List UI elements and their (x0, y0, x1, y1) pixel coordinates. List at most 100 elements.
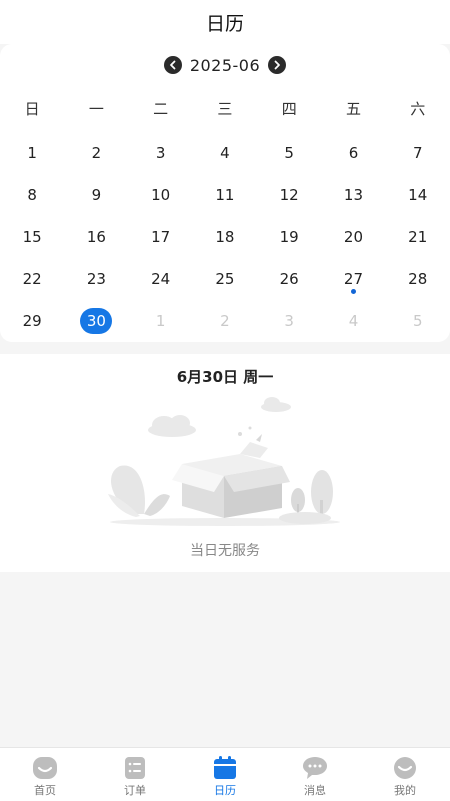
tab-orders[interactable]: 订单 (90, 748, 180, 801)
tab-label: 日历 (214, 784, 236, 797)
weekday-label: 五 (345, 100, 361, 118)
calendar-day[interactable]: 4 (321, 300, 385, 342)
month-navigator: 2025-06 (0, 54, 450, 76)
calendar-day[interactable]: 26 (257, 258, 321, 300)
calendar-day[interactable]: 8 (0, 174, 64, 216)
weekday-label: 二 (153, 100, 169, 118)
calendar-day[interactable]: 24 (129, 258, 193, 300)
calendar-week-row: 8 9 10 11 12 13 14 (0, 174, 450, 216)
calendar-day[interactable]: 29 (0, 300, 64, 342)
calendar-day[interactable]: 19 (257, 216, 321, 258)
tab-label: 我的 (394, 784, 416, 797)
calendar-day[interactable]: 6 (321, 132, 385, 174)
day-number: 17 (151, 228, 171, 246)
day-number: 9 (91, 186, 102, 204)
calendar-day[interactable]: 27 (321, 258, 385, 300)
tab-messages[interactable]: 消息 (270, 748, 360, 801)
day-number: 12 (279, 186, 299, 204)
calendar-week-row: 15 16 17 18 19 20 21 (0, 216, 450, 258)
day-number: 30 (80, 308, 113, 334)
day-number: 25 (215, 270, 235, 288)
weekday-label: 一 (88, 100, 104, 118)
order-list-icon (125, 757, 145, 779)
day-number: 28 (408, 270, 428, 288)
calendar-day[interactable]: 9 (64, 174, 128, 216)
calendar-day[interactable]: 25 (193, 258, 257, 300)
day-number: 20 (343, 228, 363, 246)
tab-label: 消息 (304, 784, 326, 797)
day-number: 19 (279, 228, 299, 246)
day-number: 7 (412, 144, 423, 162)
day-number: 14 (408, 186, 428, 204)
day-detail-panel: 6月30日 周一 当日无服务 (0, 354, 450, 572)
calendar-day[interactable]: 22 (0, 258, 64, 300)
calendar-day[interactable]: 14 (386, 174, 450, 216)
day-number: 2 (220, 312, 230, 330)
bottom-tab-bar: 首页 订单 日历 消息 我的 (0, 747, 450, 801)
tab-home[interactable]: 首页 (0, 748, 90, 801)
page-header: 日历 (0, 0, 450, 44)
calendar-icon (214, 756, 236, 779)
calendar-day[interactable]: 11 (193, 174, 257, 216)
day-number: 24 (151, 270, 171, 288)
weekday-label: 六 (410, 100, 426, 118)
day-number: 3 (155, 144, 166, 162)
calendar-week-row: 29 30 1 2 3 4 5 (0, 300, 450, 342)
prev-month-button[interactable] (163, 56, 182, 74)
chevron-left-icon (169, 60, 176, 70)
calendar-day[interactable]: 1 (0, 132, 64, 174)
calendar-day[interactable]: 17 (129, 216, 193, 258)
empty-box-illustration (108, 397, 340, 526)
calendar-day[interactable]: 15 (0, 216, 64, 258)
calendar-day[interactable]: 10 (129, 174, 193, 216)
day-number: 4 (348, 312, 359, 330)
weekday-label: 日 (24, 100, 40, 118)
day-number: 6 (348, 144, 359, 162)
calendar-day[interactable]: 4 (193, 132, 257, 174)
page-title: 日历 (205, 12, 244, 35)
calendar-week-row: 22 23 24 25 26 27 28 (0, 258, 450, 300)
tab-label: 订单 (124, 784, 146, 797)
day-number: 16 (86, 228, 106, 246)
calendar-day[interactable]: 2 (64, 132, 128, 174)
calendar-day[interactable]: 13 (321, 174, 385, 216)
calendar-day[interactable]: 12 (257, 174, 321, 216)
weekday-label: 三 (217, 100, 233, 118)
calendar-day[interactable]: 1 (129, 300, 193, 342)
calendar-day[interactable]: 18 (193, 216, 257, 258)
calendar-day[interactable]: 3 (257, 300, 321, 342)
calendar-day-selected[interactable]: 30 (64, 300, 128, 342)
day-number: 23 (86, 270, 106, 288)
calendar-day[interactable]: 20 (321, 216, 385, 258)
tab-calendar[interactable]: 日历 (180, 748, 270, 801)
day-number: 10 (151, 186, 171, 204)
next-month-button[interactable] (268, 56, 287, 74)
day-number: 27 (343, 270, 363, 288)
calendar-day[interactable]: 21 (386, 216, 450, 258)
day-number: 2 (91, 144, 102, 162)
day-number: 22 (22, 270, 42, 288)
day-number: 26 (279, 270, 299, 288)
selected-date-label: 6月30日 周一 (176, 368, 274, 386)
day-number: 13 (343, 186, 363, 204)
calendar-day[interactable]: 2 (193, 300, 257, 342)
day-number: 1 (155, 312, 166, 330)
calendar-day[interactable]: 3 (129, 132, 193, 174)
current-month-label: 2025-06 (189, 55, 261, 75)
calendar-day[interactable]: 5 (257, 132, 321, 174)
calendar-day[interactable]: 7 (386, 132, 450, 174)
day-number: 5 (284, 144, 294, 162)
calendar-card: 2025-06 日 一 二 三 四 五 六 1 2 3 4 5 6 7 8 9 10 11 12 13 1… (0, 44, 450, 342)
calendar-day[interactable]: 5 (386, 300, 450, 342)
calendar-day[interactable]: 28 (386, 258, 450, 300)
calendar-day[interactable]: 16 (64, 216, 128, 258)
message-icon (303, 757, 327, 779)
tab-profile[interactable]: 我的 (360, 748, 450, 801)
day-number: 29 (22, 312, 42, 330)
weekday-header: 日 一 二 三 四 五 六 (0, 98, 450, 120)
chevron-right-icon (274, 60, 281, 70)
day-number: 8 (27, 186, 37, 204)
calendar-day[interactable]: 23 (64, 258, 128, 300)
calendar-grid: 1 2 3 4 5 6 7 8 9 10 11 12 13 14 15 16 17 18 19 20 21 22 23 24 2… (0, 132, 450, 342)
event-dot-indicator (350, 289, 356, 294)
